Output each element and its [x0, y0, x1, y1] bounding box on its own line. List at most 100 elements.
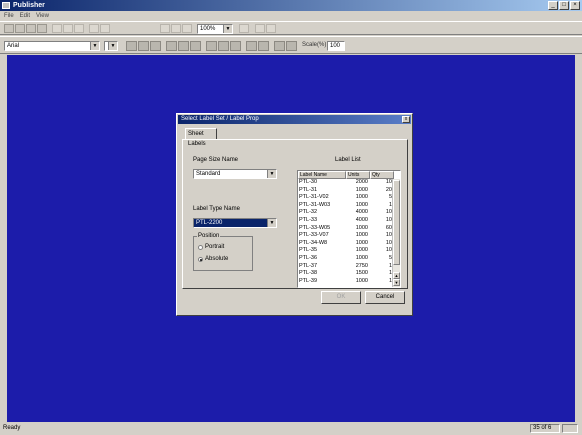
copy-icon[interactable]: [63, 24, 73, 33]
table-scrollbar[interactable]: ▲ ▼: [392, 179, 400, 287]
table-row[interactable]: PTL-33-V07 1000 10: [298, 232, 394, 239]
align-center-icon[interactable]: [178, 41, 189, 51]
menu-file[interactable]: File: [4, 11, 14, 21]
close-button[interactable]: ×: [570, 1, 580, 10]
tab-sheet-labels[interactable]: Sheet Labels: [185, 128, 217, 147]
format-toolbar: Arial ▼ ▼ Scale(%) 100: [0, 36, 582, 54]
cell-qty: 10: [385, 247, 392, 254]
table-row[interactable]: PTL-33-W05 1000 60: [298, 225, 394, 232]
redo-icon[interactable]: [100, 24, 110, 33]
window-title: Publisher: [13, 2, 45, 9]
zoom-out-icon[interactable]: [160, 24, 170, 33]
align-left-icon[interactable]: [166, 41, 177, 51]
cell-qty: 10: [385, 179, 392, 185]
app-icon: [2, 2, 10, 9]
cell-qty: 10: [385, 239, 392, 246]
menu-bar: File Edit View: [0, 11, 582, 21]
cell-name: PTL-34-W8: [299, 239, 328, 246]
scroll-thumb[interactable]: [393, 180, 400, 265]
label-type-label: Label Type Name: [193, 206, 240, 212]
menu-view[interactable]: View: [36, 11, 49, 21]
zoom-combo[interactable]: 100% ▼: [197, 24, 233, 34]
italic-icon[interactable]: [138, 41, 149, 51]
cell-qty: 5: [388, 194, 392, 201]
ok-button[interactable]: OK: [321, 291, 361, 304]
font-combo[interactable]: Arial ▼: [4, 41, 100, 51]
save-icon[interactable]: [26, 24, 36, 33]
print-icon[interactable]: [37, 24, 47, 33]
table-row[interactable]: PTL-38 1500 1: [298, 270, 394, 277]
cell-name: PTL-30: [299, 179, 318, 185]
cell-name: PTL-31-V02: [299, 194, 329, 201]
column-header-name[interactable]: Label Name: [298, 171, 346, 179]
cell-qty: 5: [388, 255, 392, 261]
table-row[interactable]: PTL-30 2000 10: [298, 179, 394, 186]
chevron-down-icon: ▼: [223, 25, 232, 33]
help-icon[interactable]: [266, 24, 276, 33]
bold-icon[interactable]: [126, 41, 137, 51]
title-bar: Publisher _ □ ×: [0, 0, 582, 11]
cell-units: 1000: [355, 186, 368, 193]
cell-units: 1000: [355, 224, 368, 231]
align-right-icon[interactable]: [190, 41, 201, 51]
scale-label: Scale(%): [302, 42, 327, 48]
table-row[interactable]: PTL-33 4000 10: [298, 217, 394, 224]
radio-portrait[interactable]: Portrait: [198, 244, 224, 250]
table-row[interactable]: PTL-31-V02 1000 5: [298, 194, 394, 201]
cut-icon[interactable]: [52, 24, 62, 33]
table-row[interactable]: PTL-39 1000 1: [298, 278, 394, 285]
scale-combo[interactable]: 100: [327, 41, 345, 51]
table-row[interactable]: PTL-35 1000 10: [298, 247, 394, 254]
rotate-left-icon[interactable]: [246, 41, 257, 51]
cell-name: PTL-31: [299, 186, 318, 193]
cell-name: PTL-32: [299, 209, 318, 216]
underline-icon[interactable]: [150, 41, 161, 51]
page-size-select[interactable]: Standard ▼: [193, 169, 277, 179]
minimize-button[interactable]: _: [548, 1, 558, 10]
ruler-icon[interactable]: [255, 24, 265, 33]
font-value: Arial: [7, 43, 20, 49]
cell-name: PTL-35: [299, 247, 318, 254]
table-row[interactable]: PTL-36 1000 5: [298, 255, 394, 262]
column-header-units[interactable]: Units: [346, 171, 370, 179]
scroll-up-icon[interactable]: ▲: [393, 272, 400, 279]
cell-name: PTL-31-W03: [299, 201, 331, 208]
fit-icon[interactable]: [182, 24, 192, 33]
rotate-right-icon[interactable]: [258, 41, 269, 51]
undo-icon[interactable]: [89, 24, 99, 33]
radio-icon: [198, 244, 203, 250]
fill-icon[interactable]: [286, 41, 297, 51]
column-header-qty[interactable]: Qty: [370, 171, 394, 179]
maximize-button[interactable]: □: [559, 1, 569, 10]
cell-qty: 10: [385, 209, 392, 216]
zoom-in-icon[interactable]: [171, 24, 181, 33]
frame-icon[interactable]: [274, 41, 285, 51]
grid-icon[interactable]: [239, 24, 249, 33]
radio-absolute[interactable]: Absolute: [198, 256, 228, 262]
dialog-title: Select Label Set / Label Prop: [181, 116, 259, 122]
cell-units: 1000: [355, 247, 368, 254]
cell-name: PTL-39: [299, 277, 318, 284]
cancel-button[interactable]: Cancel: [365, 291, 405, 304]
font-size-combo[interactable]: ▼: [104, 41, 118, 51]
table-row[interactable]: PTL-31 1000 20: [298, 187, 394, 194]
close-icon[interactable]: x: [402, 116, 410, 123]
label-list-title: Label List: [335, 157, 361, 163]
label-type-select[interactable]: PTL-2200 ▼: [193, 218, 277, 228]
table-row[interactable]: PTL-31-W03 1000 1: [298, 202, 394, 209]
status-extra: [562, 424, 578, 433]
align-middle-icon[interactable]: [218, 41, 229, 51]
table-row[interactable]: PTL-37 2750 1: [298, 263, 394, 270]
scroll-down-icon[interactable]: ▼: [393, 279, 400, 286]
cell-units: 1000: [355, 239, 368, 246]
menu-edit[interactable]: Edit: [20, 11, 30, 21]
open-icon[interactable]: [15, 24, 25, 33]
paste-icon[interactable]: [74, 24, 84, 33]
table-row[interactable]: PTL-32 4000 10: [298, 209, 394, 216]
label-select-dialog: Select Label Set / Label Prop x Sheet La…: [176, 113, 413, 316]
table-row[interactable]: PTL-34-W8 1000 10: [298, 240, 394, 247]
position-group-title: Position: [197, 233, 221, 240]
align-top-icon[interactable]: [206, 41, 217, 51]
new-icon[interactable]: [4, 24, 14, 33]
align-bottom-icon[interactable]: [230, 41, 241, 51]
